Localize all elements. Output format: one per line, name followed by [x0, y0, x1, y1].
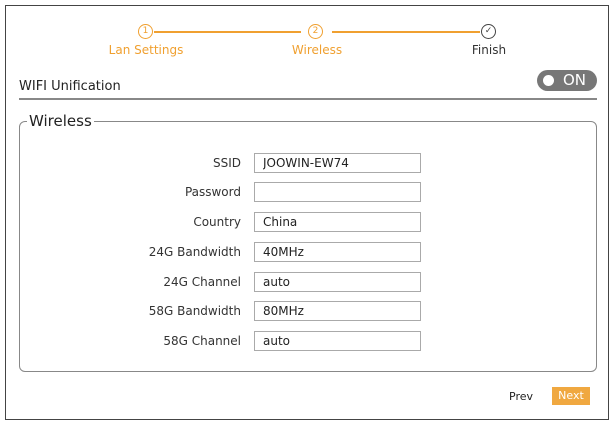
ssid-row: SSID	[0, 153, 616, 173]
channel-58g-select[interactable]	[254, 331, 421, 351]
channel-24g-label: 24G Channel	[163, 275, 241, 289]
ssid-input[interactable]	[254, 153, 421, 173]
next-button[interactable]: Next	[552, 387, 590, 405]
channel-58g-row: 58G Channel	[0, 331, 616, 351]
bandwidth-24g-row: 24G Bandwidth	[0, 242, 616, 262]
password-row: Password	[0, 182, 616, 202]
step-wireless: Wireless	[291, 43, 343, 57]
country-select[interactable]	[254, 212, 421, 232]
divider	[19, 98, 597, 100]
bandwidth-58g-select[interactable]	[254, 301, 421, 321]
channel-58g-label: 58G Channel	[163, 334, 241, 348]
country-row: Country	[0, 212, 616, 232]
wireless-legend: Wireless	[27, 112, 94, 130]
ssid-label: SSID	[212, 156, 241, 170]
step-finish: Finish	[471, 43, 507, 57]
progress-line	[332, 31, 480, 33]
step-1-icon: 1	[138, 24, 153, 39]
step-lan-settings: Lan Settings	[108, 43, 184, 57]
password-label: Password	[184, 185, 241, 199]
prev-button[interactable]: Prev	[509, 390, 533, 403]
bandwidth-24g-select[interactable]	[254, 242, 421, 262]
check-icon: ✓	[481, 24, 496, 39]
password-input[interactable]	[254, 182, 421, 202]
wifi-unification-toggle[interactable]: ON	[537, 70, 597, 91]
country-label: Country	[193, 215, 241, 229]
channel-24g-row: 24G Channel	[0, 272, 616, 292]
toggle-label: ON	[563, 71, 587, 89]
toggle-knob	[543, 75, 554, 86]
progress-line	[154, 31, 301, 33]
bandwidth-24g-label: 24G Bandwidth	[148, 245, 241, 259]
section-title: WIFI Unification	[19, 79, 121, 94]
bandwidth-58g-row: 58G Bandwidth	[0, 301, 616, 321]
channel-24g-select[interactable]	[254, 272, 421, 292]
step-2-icon: 2	[308, 24, 323, 39]
bandwidth-58g-label: 58G Bandwidth	[148, 304, 241, 318]
